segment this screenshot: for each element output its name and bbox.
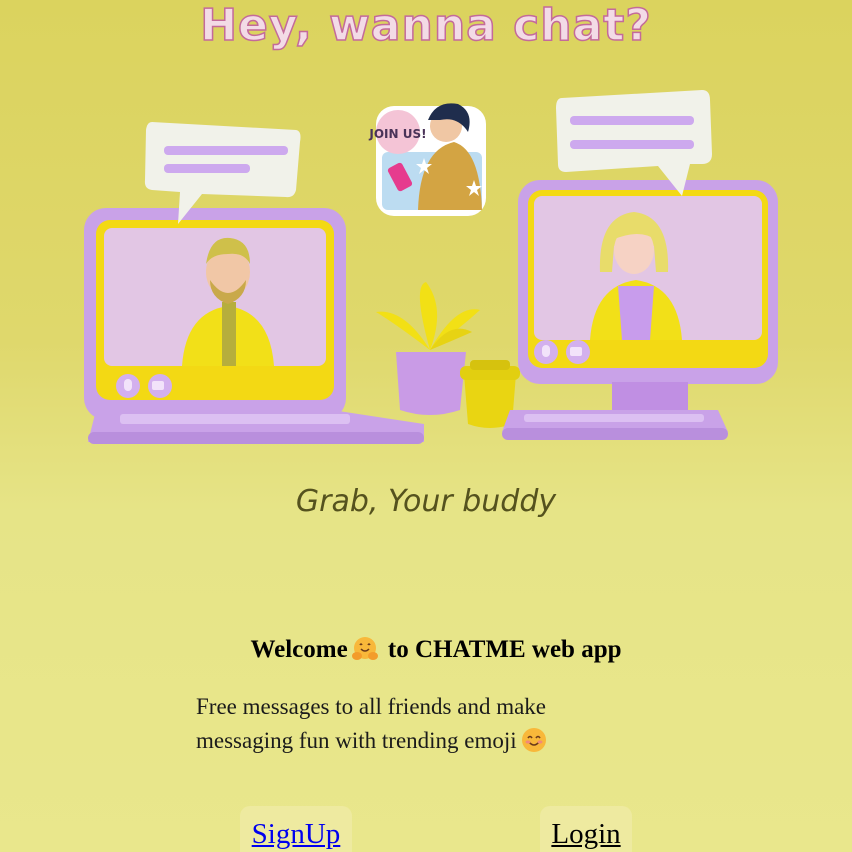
welcome-heading: Welcome to CHATME web app bbox=[0, 636, 852, 664]
page-title: Hey, wanna chat? bbox=[199, 0, 652, 52]
right-monitor bbox=[502, 180, 778, 440]
hero-illustration: JOIN US! bbox=[84, 90, 778, 444]
hugging-face-icon bbox=[351, 637, 378, 660]
signup-button[interactable]: SignUp bbox=[240, 806, 352, 852]
plant bbox=[376, 282, 480, 415]
description-line-2: messaging fun with trending emoji bbox=[196, 728, 517, 753]
description-line-1: Free messages to all friends and make bbox=[196, 694, 546, 719]
welcome-text-after: to CHATME web app bbox=[387, 636, 622, 663]
join-us-sticker: JOIN US! bbox=[368, 103, 486, 216]
welcome-text-before: Welcome bbox=[250, 636, 348, 663]
description: Free messages to all friends and make me… bbox=[196, 690, 616, 758]
smiling-face-icon bbox=[521, 728, 546, 752]
left-laptop bbox=[84, 208, 424, 444]
tagline: Grab, Your buddy bbox=[295, 484, 557, 519]
sticker-text: JOIN US! bbox=[368, 127, 426, 141]
login-button[interactable]: Login bbox=[540, 806, 632, 852]
